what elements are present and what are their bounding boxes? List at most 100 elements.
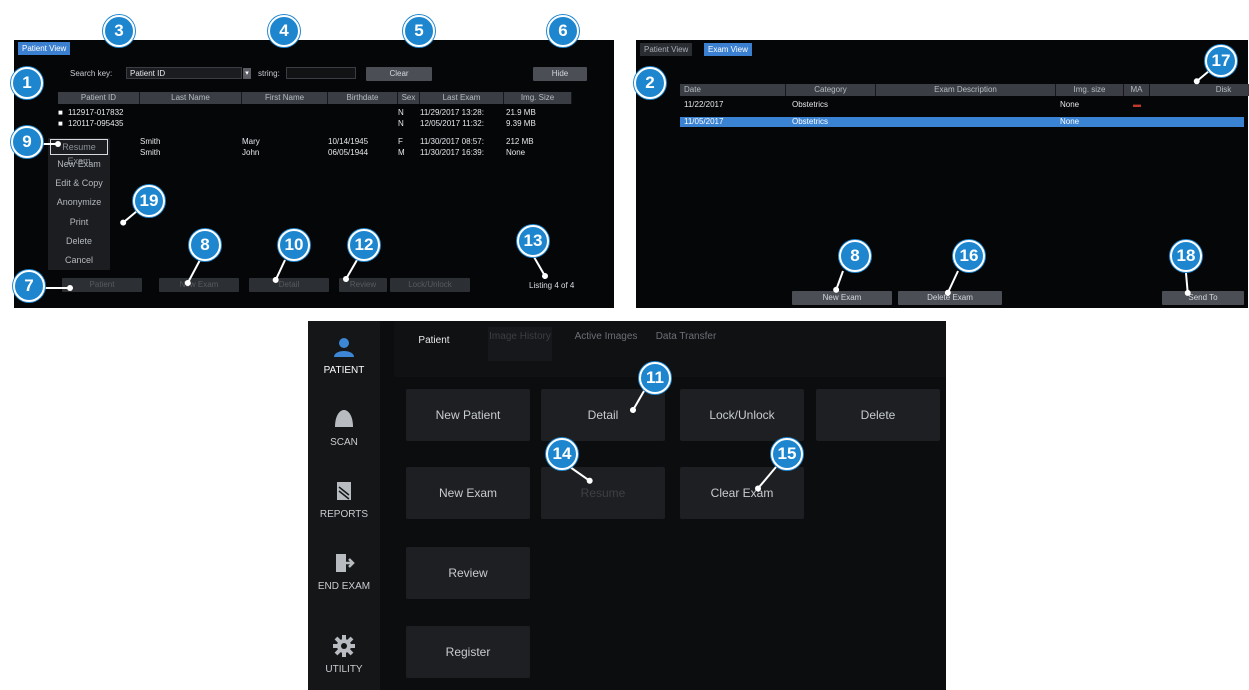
- last-name: Smith: [140, 137, 161, 146]
- callout-1: 1: [11, 67, 43, 99]
- tab-exam-view[interactable]: Exam View: [704, 43, 752, 56]
- delete-button[interactable]: Delete: [816, 389, 940, 441]
- send-to-button[interactable]: Send To: [1162, 291, 1244, 305]
- tab-data-transfer[interactable]: Data Transfer: [654, 327, 718, 361]
- patient-id: 120117-095435: [68, 119, 124, 128]
- table-row-selected[interactable]: 11/05/2017 Obstetrics None: [680, 117, 1244, 127]
- review-button[interactable]: Review: [406, 547, 530, 599]
- callout-15: 15: [771, 438, 803, 470]
- col-img-size[interactable]: Img. size: [1056, 84, 1124, 96]
- probe-icon: [335, 410, 353, 427]
- sidebar-item-label: UTILITY: [325, 664, 363, 675]
- sidebar-item-utility[interactable]: UTILITY: [308, 620, 380, 690]
- birthdate: [328, 108, 398, 118]
- sidebar: PATIENT SCAN REPORTS END EXAM UTILITY: [308, 321, 380, 690]
- sidebar-item-label: END EXAM: [317, 581, 371, 592]
- table-row[interactable]: 11/22/2017 Obstetrics None ▬: [680, 100, 1249, 110]
- callout-9: 9: [11, 126, 43, 158]
- col-date[interactable]: Date: [680, 84, 786, 96]
- listing-count: Listing 4 of 4: [529, 281, 575, 290]
- col-category[interactable]: Category: [786, 84, 876, 96]
- exam-category: Obstetrics: [792, 100, 829, 109]
- callout-16: 16: [953, 240, 985, 272]
- col-img-size[interactable]: Img. Size: [504, 92, 572, 104]
- clear-exam-button[interactable]: Clear Exam: [680, 467, 804, 519]
- tab-patient-view[interactable]: Patient View: [640, 43, 693, 56]
- sidebar-item-label: SCAN: [330, 437, 358, 448]
- sidebar-item-end-exam[interactable]: END EXAM: [308, 537, 380, 607]
- sex: F: [398, 137, 403, 146]
- last-exam: 11/29/2017 13:28:: [420, 108, 484, 117]
- sidebar-item-scan[interactable]: SCAN: [308, 393, 380, 463]
- col-birthdate[interactable]: Birthdate: [328, 92, 398, 104]
- col-exam-description[interactable]: Exam Description: [876, 84, 1056, 96]
- col-last-exam[interactable]: Last Exam: [420, 92, 504, 104]
- col-disk[interactable]: Disk: [1150, 84, 1249, 96]
- new-exam-button[interactable]: New Exam: [159, 278, 239, 292]
- sidebar-item-label: PATIENT: [323, 365, 365, 376]
- col-sex[interactable]: Sex: [398, 92, 420, 104]
- callout-5: 5: [403, 15, 435, 47]
- gear-icon: [333, 635, 355, 657]
- lock-unlock-button[interactable]: Lock/Unlock: [680, 389, 804, 441]
- menu-item-print[interactable]: Print: [48, 217, 110, 227]
- menu-item-anonymize[interactable]: Anonymize: [48, 197, 110, 207]
- hide-button[interactable]: Hide: [533, 67, 587, 81]
- sidebar-item-label: REPORTS: [319, 509, 369, 520]
- new-patient-button[interactable]: New Patient: [406, 389, 530, 441]
- menu-item-delete[interactable]: Delete: [48, 236, 110, 246]
- table-row[interactable]: Smith John 06/05/1944 M 11/30/2017 16:39…: [58, 148, 556, 158]
- resume-button[interactable]: Resume: [541, 467, 665, 519]
- menu-item-cancel[interactable]: Cancel: [48, 255, 110, 265]
- sidebar-item-reports[interactable]: REPORTS: [308, 465, 380, 535]
- first-name: [242, 108, 328, 118]
- tab-patient-view[interactable]: Patient View: [18, 42, 71, 55]
- tab-image-history[interactable]: Image History: [488, 327, 552, 361]
- patient-table-header: Patient ID Last Name First Name Birthdat…: [58, 92, 572, 104]
- detail-button[interactable]: Detail: [249, 278, 329, 292]
- string-label: string:: [258, 69, 280, 78]
- birthdate: 10/14/1945: [328, 137, 369, 146]
- clear-button[interactable]: Clear: [366, 67, 432, 81]
- callout-4: 4: [268, 15, 300, 47]
- last-name: [140, 108, 242, 118]
- new-exam-button[interactable]: New Exam: [792, 291, 892, 305]
- table-row[interactable]: ■ 112917-017832 N 11/29/2017 13:28: 21.9…: [58, 108, 556, 118]
- exit-icon: [336, 554, 355, 572]
- tab-active-images[interactable]: Active Images: [574, 327, 638, 361]
- table-row[interactable]: Smith Mary 10/14/1945 F 11/30/2017 08:57…: [58, 137, 556, 147]
- register-button[interactable]: Register: [406, 626, 530, 678]
- detail-button[interactable]: Detail: [541, 389, 665, 441]
- table-row[interactable]: ■ 120117-095435 N 12/05/2017 11:32: 9.39…: [58, 119, 556, 129]
- callout-8b: 8: [839, 240, 871, 272]
- exam-description: [876, 100, 1056, 110]
- search-key-select[interactable]: Patient ID ▾: [126, 67, 251, 79]
- string-input[interactable]: [286, 67, 356, 79]
- callout-11: 11: [639, 362, 671, 394]
- folder-icon: ■: [58, 108, 63, 117]
- folder-icon: ■: [58, 119, 63, 128]
- last-exam: 12/05/2017 11:32:: [420, 119, 484, 128]
- reports-icon: [337, 482, 351, 500]
- patient-button[interactable]: Patient: [62, 278, 142, 292]
- col-ma[interactable]: MA: [1124, 84, 1150, 96]
- menu-item-edit-copy[interactable]: Edit & Copy: [48, 178, 110, 188]
- col-first-name[interactable]: First Name: [242, 92, 328, 104]
- new-exam-button[interactable]: New Exam: [406, 467, 530, 519]
- tab-patient[interactable]: Patient: [406, 327, 462, 361]
- exam-view-panel: Patient View Exam View Date Category Exa…: [636, 40, 1249, 308]
- exam-date: 11/05/2017: [684, 117, 724, 126]
- col-patient-id[interactable]: Patient ID: [58, 92, 140, 104]
- first-name: Mary: [242, 137, 260, 146]
- first-name: John: [242, 148, 260, 157]
- callout-17: 17: [1205, 45, 1237, 77]
- sidebar-item-patient[interactable]: PATIENT: [308, 321, 380, 391]
- birthdate: [328, 119, 398, 129]
- img-size: 21.9 MB: [506, 108, 536, 117]
- lock-unlock-button[interactable]: Lock/Unlock: [390, 278, 470, 292]
- menu-item-new-exam[interactable]: New Exam: [48, 159, 110, 169]
- callout-18: 18: [1170, 240, 1202, 272]
- col-last-name[interactable]: Last Name: [140, 92, 242, 104]
- last-name: [140, 119, 242, 129]
- callout-2: 2: [634, 67, 666, 99]
